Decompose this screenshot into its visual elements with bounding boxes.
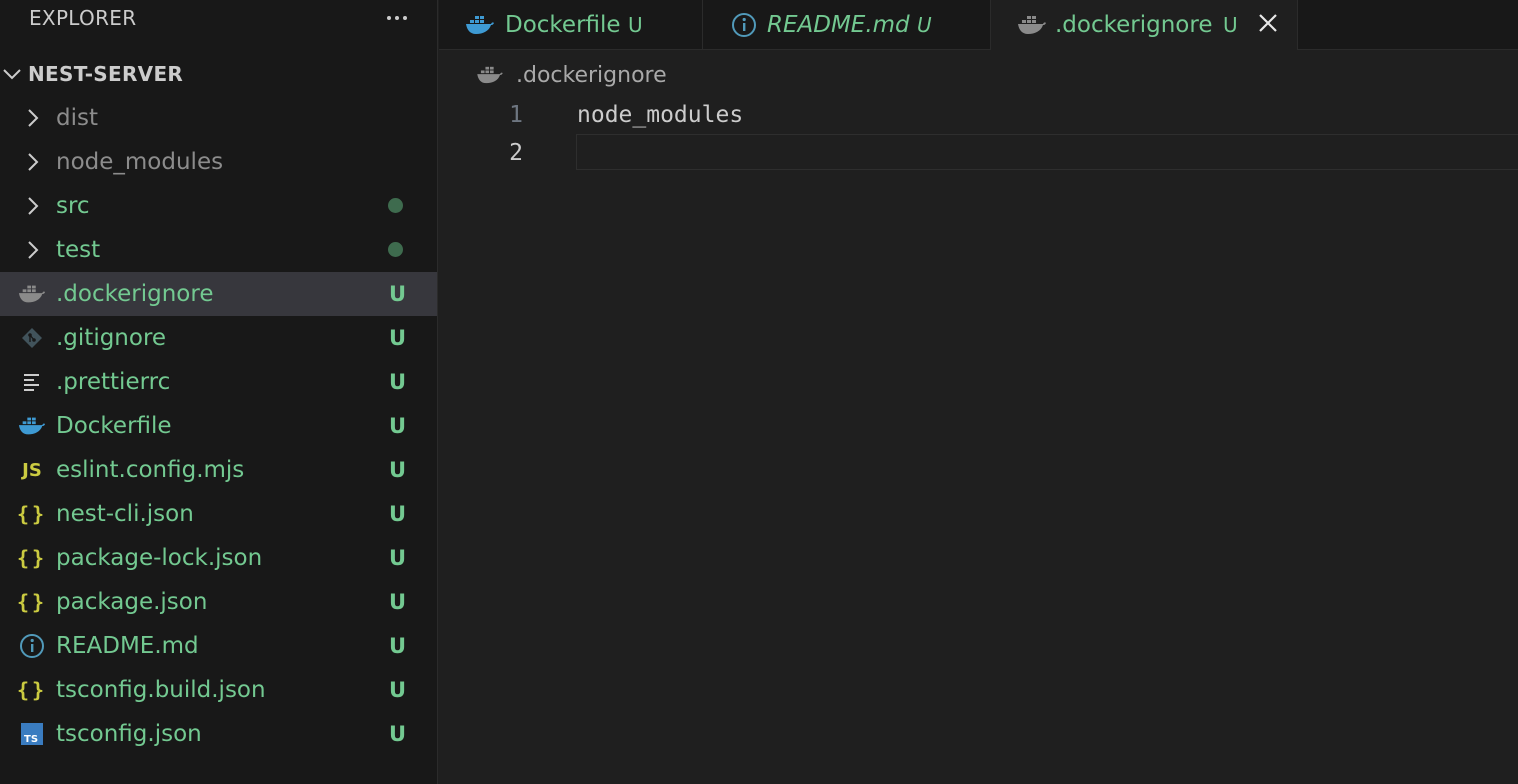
info-icon [18,632,46,660]
item-label: src [56,193,90,219]
change-dot [388,198,403,213]
untracked-badge: U [389,590,407,614]
item-label: eslint.config.mjs [56,457,245,483]
project-header[interactable]: NEST-SERVER [0,52,437,96]
svg-text:TS: TS [24,734,38,745]
tab-dockerignore[interactable]: .dockerignore U [991,0,1298,50]
chevron-down-icon [0,63,28,85]
tab-decoration: U [1223,13,1238,37]
untracked-badge: U [389,326,407,350]
info-icon [729,10,759,40]
chevron-right-icon [26,151,44,173]
untracked-badge: U [389,678,407,702]
item-label: tsconfig.json [56,721,202,747]
untracked-badge: U [389,546,407,570]
line-number: 2 [509,140,523,166]
untracked-badge: U [389,370,407,394]
file-item[interactable]: JS eslint.config.mjs U [0,448,437,492]
file-item[interactable]: Dockerfile U [0,404,437,448]
folder-item[interactable]: node_modules [0,140,437,184]
docker-icon [18,412,46,440]
explorer-title: EXPLORER [29,6,137,30]
folder-item[interactable]: test [0,228,437,272]
untracked-badge: U [389,458,407,482]
item-label: .prettierrc [56,369,171,395]
item-label: README.md [56,633,199,659]
json-icon: {} [16,590,48,614]
close-icon[interactable] [1257,12,1279,40]
change-dot [388,242,403,257]
chevron-right-icon [26,107,44,129]
tab-label: README.md [767,11,910,38]
item-label: .dockerignore [56,281,214,307]
json-icon: {} [16,546,48,570]
untracked-badge: U [389,502,407,526]
code-editor[interactable]: 1 node_modules 2 [439,96,1518,784]
project-name: NEST-SERVER [28,62,184,86]
item-label: test [56,237,101,263]
untracked-badge: U [389,722,407,746]
docker-icon [476,61,506,89]
tab-decoration: U [917,12,932,37]
file-item[interactable]: {} package-lock.json U [0,536,437,580]
ts-icon: TS [18,720,46,748]
item-label: .gitignore [56,325,167,351]
file-tree: dist node_modules src test .dockerignore U .gi… [0,96,437,756]
item-label: package-lock.json [56,545,263,571]
file-item[interactable]: .prettierrc U [0,360,437,404]
json-icon: {} [16,502,48,526]
file-item[interactable]: {} tsconfig.build.json U [0,668,437,712]
tab-dockerfile[interactable]: Dockerfile U [439,0,703,49]
untracked-badge: U [389,634,407,658]
explorer-sidebar: EXPLORER NEST-SERVER dist node_modulessrc… [0,0,438,784]
code-line[interactable]: 2 [439,134,1518,172]
lines-icon [18,368,46,396]
chevron-right-icon [26,195,44,217]
tab-bar: Dockerfile U README.md U .dockerignore U [439,0,1518,50]
git-icon [18,324,46,352]
chevron-right-icon [26,239,44,261]
file-item[interactable]: .dockerignore U [0,272,437,316]
docker-icon [18,280,46,308]
folder-item[interactable]: src [0,184,437,228]
file-item[interactable]: {} nest-cli.json U [0,492,437,536]
tab-readme[interactable]: README.md U [703,0,991,49]
file-item[interactable]: README.md U [0,624,437,668]
item-label: tsconfig.build.json [56,677,266,703]
untracked-badge: U [389,414,407,438]
breadcrumb-label: .dockerignore [516,62,667,88]
folder-item[interactable]: dist [0,96,437,140]
file-item[interactable]: TS tsconfig.json U [0,712,437,756]
item-label: node_modules [56,149,224,175]
line-number: 1 [509,102,523,128]
docker-icon [465,10,495,40]
json-icon: {} [16,678,48,702]
tab-label: .dockerignore [1055,12,1213,38]
docker-icon [1017,10,1047,40]
file-item[interactable]: .gitignore U [0,316,437,360]
untracked-badge: U [389,282,407,306]
item-label: package.json [56,589,208,615]
tab-label: Dockerfile [505,11,621,38]
line-text[interactable]: node_modules [577,102,743,128]
file-item[interactable]: {} package.json U [0,580,437,624]
js-icon: JS [22,459,42,481]
current-line-highlight [576,134,1518,170]
ellipsis-icon[interactable] [387,16,407,20]
breadcrumb[interactable]: .dockerignore [476,60,667,90]
item-label: nest-cli.json [56,501,194,527]
item-label: dist [56,105,98,131]
tab-decoration: U [628,12,643,37]
explorer-header: EXPLORER [0,0,437,36]
code-line[interactable]: 1 node_modules [439,96,1518,134]
item-label: Dockerfile [56,413,172,439]
